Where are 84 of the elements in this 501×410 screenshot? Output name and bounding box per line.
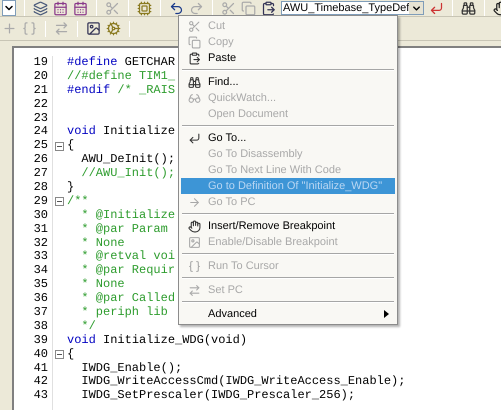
line-number: 32 (34, 236, 48, 250)
scissors-icon[interactable] (221, 0, 236, 16)
code-line: * None (80, 278, 125, 292)
hand-icon (188, 220, 200, 232)
glasses-icon (188, 92, 200, 104)
code-line: * @par Requir (80, 264, 176, 278)
goto-arrow-icon (188, 132, 200, 144)
stack-icon[interactable] (33, 0, 48, 16)
line-number: 37 (34, 306, 48, 320)
code-line: void Initialize_WDG(void) (67, 334, 248, 348)
menu-item[interactable]: Insert/Remove Breakpoint (181, 218, 395, 234)
line-number: 23 (34, 112, 48, 126)
paste-icon (188, 52, 200, 64)
code-line: * @par Called (80, 292, 176, 306)
code-line: void Initialize (67, 125, 176, 139)
line-number: 22 (34, 98, 48, 112)
code-line: #define GETCHAR (67, 56, 176, 70)
code-line: * @par Param (80, 222, 168, 237)
menu-item[interactable]: Advanced (181, 306, 395, 322)
arrows-icon (188, 284, 200, 296)
goto-arrow-icon[interactable] (429, 0, 444, 16)
code-line: AWU_DeInit(); (80, 153, 176, 167)
line-number: 31 (34, 222, 48, 237)
line-number: 27 (34, 167, 48, 182)
line-number: 36 (34, 292, 48, 306)
line-number: 35 (34, 278, 48, 292)
line-number: 40 (34, 348, 48, 362)
code-line: #endif /* _RAIS (67, 84, 176, 98)
line-number: 28 (34, 181, 48, 195)
line-number: 39 (34, 334, 48, 348)
menu-item[interactable]: Paste (181, 50, 395, 66)
copy-icon[interactable] (241, 0, 256, 16)
code-line: * @Initialize (80, 208, 176, 223)
gear-icon[interactable] (106, 21, 121, 36)
binoculars-icon[interactable] (461, 0, 476, 16)
menu-item[interactable]: Go To... (181, 130, 395, 146)
code-line: { (67, 348, 74, 362)
line-number: 41 (34, 362, 48, 376)
code-line: //AWU_Init(); (80, 167, 176, 182)
binoculars-icon (188, 76, 200, 88)
fold-toggle-icon[interactable] (55, 350, 64, 360)
braces-icon (188, 260, 200, 272)
line-number: 29 (34, 194, 48, 209)
symbol-combo[interactable]: AWU_Timebase_TypeDef (281, 1, 424, 15)
line-number: 20 (34, 70, 48, 84)
breakpoint-icon (188, 236, 200, 248)
combo-value: AWU_Timebase_TypeDef (282, 2, 410, 14)
chip-icon[interactable] (137, 0, 152, 16)
fold-toggle-icon[interactable] (55, 142, 64, 151)
undo-icon[interactable] (169, 0, 184, 16)
line-number: 33 (34, 250, 48, 264)
fold-toggle-icon[interactable] (55, 197, 64, 206)
code-line: IWDG_WriteAccessCmd(IWDG_WriteAccess_Enable); (80, 375, 406, 389)
line-number: 30 (34, 208, 48, 223)
menu-item[interactable]: Find... (181, 74, 395, 90)
line-number: 24 (34, 125, 48, 140)
code-line: } (67, 181, 74, 195)
copy-icon (188, 36, 200, 48)
line-number: 38 (34, 320, 48, 334)
code-line: * periph lib (80, 306, 168, 320)
code-line: */ (80, 320, 96, 334)
redo-icon[interactable] (189, 0, 204, 16)
line-number: 43 (34, 389, 48, 404)
dropdown-button[interactable] (2, 0, 16, 16)
line-number: 25 (34, 139, 48, 154)
line-number: 19 (34, 56, 48, 70)
code-line: //#define TIM1_ (67, 70, 176, 84)
arrow-right-icon (188, 196, 200, 208)
code-line: * None (80, 236, 125, 250)
code-line: IWDG_SetPrescaler(IWDG_Prescaler_256); (80, 389, 356, 404)
line-number: 42 (34, 375, 48, 390)
grid-icon[interactable] (53, 0, 68, 16)
scissors-icon (188, 20, 200, 32)
line-number: 34 (34, 264, 48, 278)
line-number: 26 (34, 153, 48, 168)
code-line: IWDG_Enable(); (80, 362, 182, 375)
submenu-arrow-icon (384, 310, 389, 318)
grid-icon[interactable] (73, 0, 88, 16)
line-number: 21 (34, 84, 48, 98)
code-line: { (67, 139, 74, 154)
code-line: /** (67, 194, 89, 209)
picture-icon[interactable] (86, 21, 101, 36)
code-line: * @retval voi (80, 250, 176, 264)
paste-icon[interactable] (261, 0, 276, 16)
